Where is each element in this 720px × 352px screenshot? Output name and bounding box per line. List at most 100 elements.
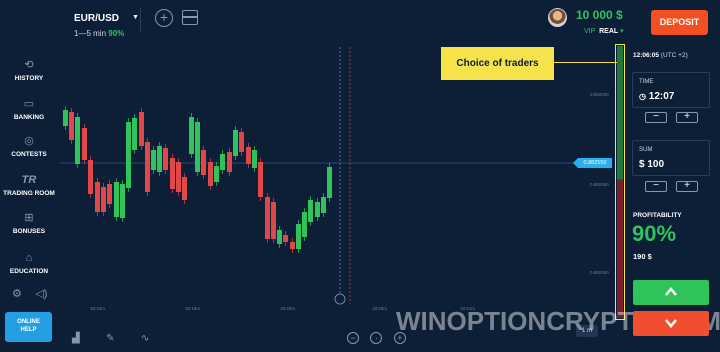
- time-tick-label: 18:20m: [280, 306, 295, 311]
- candle: [201, 150, 206, 175]
- sidebar-item-label: BANKING: [13, 114, 45, 121]
- top-bar: EUR/USD ▼ 1—5 min 90% + 10 000 $ VIP REA…: [0, 0, 720, 42]
- time-plus-button[interactable]: +: [676, 112, 698, 123]
- candle: [82, 128, 87, 160]
- time-tick-label: 18:19m: [185, 306, 200, 311]
- draw-tool-icon[interactable]: ✎: [106, 333, 114, 344]
- account-level: VIP: [584, 28, 596, 35]
- asset-details: 1—5 min 90%: [74, 29, 124, 38]
- sidebar-item-label: EDUCATION: [9, 268, 49, 275]
- candle: [139, 112, 144, 146]
- chart-type-icon[interactable]: ▟: [72, 333, 80, 344]
- price-tick-label: 0.882600: [590, 92, 609, 97]
- candle: [145, 142, 150, 192]
- deposit-button[interactable]: DEPOSIT: [651, 10, 708, 35]
- traders-choice-callout: Choice of traders: [441, 47, 554, 80]
- candle: [151, 150, 156, 170]
- add-chart-button[interactable]: +: [155, 9, 173, 27]
- call-up-button[interactable]: [633, 280, 709, 305]
- sidebar-item-education[interactable]: ⌂ EDUCATION: [0, 251, 58, 275]
- price-tick-label: 0.882500: [590, 182, 609, 187]
- asset-name: EUR/USD: [74, 13, 120, 24]
- time-field[interactable]: TIME ◷ 12:07: [632, 72, 710, 108]
- callout-connector: [554, 62, 617, 63]
- candle: [227, 152, 232, 172]
- online-help-button[interactable]: ONLINE HELP: [5, 312, 52, 342]
- avatar[interactable]: [548, 8, 567, 27]
- candle: [290, 242, 295, 249]
- candle: [182, 177, 187, 200]
- sidebar-item-banking[interactable]: ▭ BANKING: [0, 97, 58, 121]
- history-icon: ⟲: [24, 59, 34, 71]
- candle: [120, 184, 125, 218]
- candle: [63, 110, 68, 126]
- trading-room-icon: TR: [21, 174, 37, 186]
- candle: [69, 112, 74, 140]
- sum-plus-button[interactable]: +: [676, 181, 698, 192]
- sum-label: SUM: [639, 147, 653, 153]
- candle: [296, 224, 301, 249]
- layout-icon[interactable]: [182, 10, 198, 25]
- gear-icon[interactable]: ⚙: [12, 287, 22, 300]
- candle: [189, 117, 194, 154]
- candle: [315, 202, 320, 217]
- sum-minus-button[interactable]: −: [645, 181, 667, 192]
- help-label-2: HELP: [20, 327, 37, 333]
- time-tick-label: 18:19m: [90, 306, 105, 311]
- time-value: ◷ 12:07: [639, 91, 675, 102]
- indicators-icon[interactable]: ∿: [141, 333, 149, 344]
- candle: [321, 197, 326, 213]
- time-label: TIME: [639, 79, 654, 85]
- time-tick-label: 18:20m: [372, 306, 387, 311]
- candle: [277, 230, 282, 244]
- chevron-up-icon: [665, 287, 677, 296]
- timer-marker: [334, 293, 346, 305]
- candle: [132, 118, 137, 150]
- candle: [239, 132, 244, 152]
- sidebar-item-contests[interactable]: ◎ CONTESTS: [0, 134, 58, 158]
- sidebar-item-bonuses[interactable]: ⊞ BONUSES: [0, 211, 58, 235]
- zoom-out-icon[interactable]: −: [347, 332, 359, 344]
- clock-time: 12:06:05: [633, 52, 660, 59]
- candle: [265, 197, 270, 239]
- candle: [271, 202, 276, 239]
- candle: [195, 122, 200, 172]
- gift-icon: ⊞: [24, 212, 34, 224]
- profit-amount: 190 $: [633, 252, 652, 261]
- candle: [107, 184, 112, 204]
- speaker-icon[interactable]: ◁): [35, 287, 47, 300]
- time-minus-button[interactable]: −: [645, 112, 667, 123]
- sidebar-item-label: CONTESTS: [11, 151, 47, 158]
- caret-down-icon: ▾: [620, 28, 624, 35]
- candle: [246, 147, 251, 164]
- sidebar-item-label: TRADING ROOM: [3, 190, 55, 197]
- clock-icon: ◷: [639, 92, 646, 101]
- candle: [233, 130, 238, 156]
- put-down-button[interactable]: [633, 311, 709, 336]
- sidebar-utilities: ⚙ ◁): [12, 284, 56, 302]
- crosshair-icon[interactable]: ·: [370, 332, 383, 344]
- candle: [88, 160, 93, 194]
- candle: [114, 182, 119, 217]
- graduation-cap-icon: ⌂: [25, 252, 33, 264]
- candle: [75, 117, 80, 164]
- candle: [327, 167, 332, 198]
- help-label-1: ONLINE: [17, 319, 40, 325]
- candle: [95, 182, 100, 212]
- candle: [157, 146, 162, 172]
- account-type: REAL: [599, 28, 619, 35]
- account-switch[interactable]: VIP REAL ▾: [584, 27, 624, 35]
- candle: [208, 162, 213, 186]
- balance: 10 000 $: [576, 8, 623, 22]
- candle: [308, 200, 313, 222]
- sum-value: $ 100: [639, 159, 665, 170]
- asset-payout: 90%: [108, 29, 125, 38]
- wallet-icon: ▭: [23, 98, 35, 110]
- candle: [220, 154, 225, 170]
- asset-selector[interactable]: EUR/USD ▼ 1—5 min 90%: [74, 8, 139, 38]
- sidebar-item-label: HISTORY: [14, 75, 44, 82]
- sum-field[interactable]: SUM $ 100: [632, 140, 710, 176]
- sidebar-item-trading-room[interactable]: TR TRADING ROOM: [0, 173, 58, 197]
- server-clock: 12:06:05 (UTC +2): [633, 52, 720, 59]
- sidebar-item-history[interactable]: ⟲ HISTORY: [0, 58, 58, 82]
